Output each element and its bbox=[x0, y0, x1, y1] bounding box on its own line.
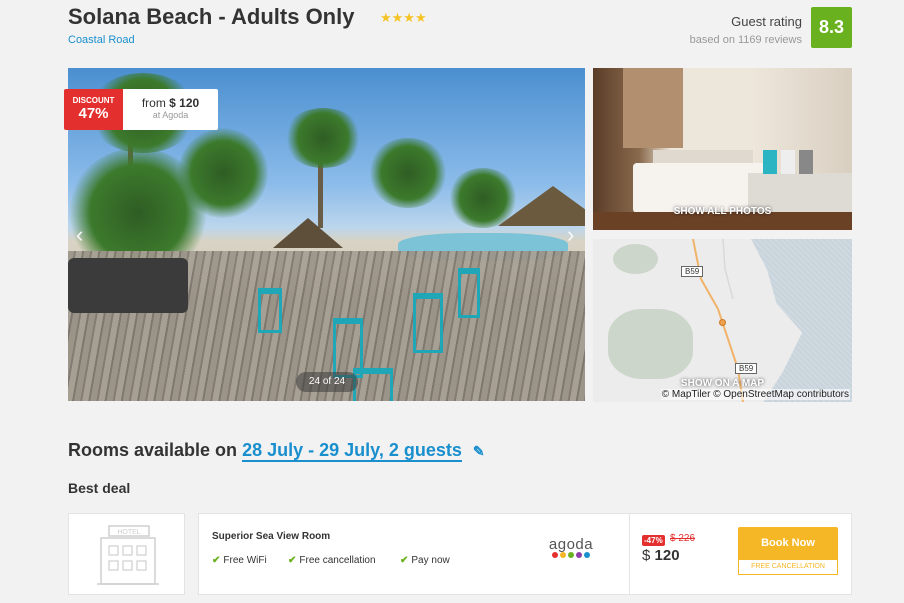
currency-symbol: $ bbox=[642, 547, 651, 564]
hotel-title: Solana Beach - Adults Only bbox=[68, 4, 355, 29]
from-source: at Agoda bbox=[152, 110, 189, 120]
palm-tree bbox=[448, 168, 518, 228]
prev-photo-arrow-icon[interactable]: ‹ bbox=[76, 222, 83, 248]
logo-dot bbox=[552, 552, 558, 558]
location-map[interactable]: B59 B59 SHOW ON A MAP © MapTiler © OpenS… bbox=[593, 239, 852, 402]
bar-stool bbox=[353, 368, 393, 401]
best-deal-heading: Best deal bbox=[68, 480, 131, 496]
discount-badge: DISCOUNT 47% bbox=[64, 89, 123, 130]
palm-tree bbox=[283, 108, 363, 168]
hotel-thumbnail[interactable]: HOTEL bbox=[68, 513, 185, 595]
old-price: $ 226 bbox=[670, 533, 696, 544]
bar-stool bbox=[413, 293, 443, 353]
date-guest-selector[interactable]: 28 July - 29 July, 2 guests bbox=[242, 440, 462, 462]
feature-label: Free cancellation bbox=[299, 555, 376, 566]
rooms-heading-prefix: Rooms available on bbox=[68, 440, 238, 460]
from-price-line: from $ 120 bbox=[123, 96, 218, 110]
bar-stool bbox=[258, 288, 282, 333]
rooms-heading: Rooms available on 28 July - 29 July, 2 … bbox=[68, 440, 485, 462]
from-label: from bbox=[141, 96, 166, 110]
palm-tree bbox=[178, 128, 268, 218]
hotel-placeholder-icon: HOTEL bbox=[97, 525, 159, 585]
bar-stool bbox=[458, 268, 480, 318]
check-icon: ✔ bbox=[400, 555, 409, 566]
pillow bbox=[763, 150, 777, 174]
road-shield: B59 bbox=[735, 363, 758, 374]
deal-discount-badge: -47% bbox=[642, 535, 665, 546]
feature-label: Pay now bbox=[411, 555, 450, 566]
star-rating: ★★★★ bbox=[380, 10, 427, 25]
show-all-photos-link[interactable]: SHOW ALL PHOTOS bbox=[593, 206, 852, 217]
rating-score-badge[interactable]: 8.3 bbox=[811, 7, 852, 48]
logo-dot bbox=[568, 552, 574, 558]
pillow bbox=[799, 150, 813, 174]
pillow bbox=[781, 150, 795, 174]
edit-pencil-icon[interactable]: ✎ bbox=[473, 443, 485, 459]
provider-name: agoda bbox=[548, 536, 594, 553]
address-link[interactable]: Coastal Road bbox=[68, 34, 135, 46]
logo-dot bbox=[576, 552, 582, 558]
map-attribution[interactable]: © MapTiler © OpenStreetMap contributors bbox=[660, 389, 850, 400]
show-on-map-link[interactable]: SHOW ON A MAP bbox=[593, 378, 852, 389]
from-price: $ 120 bbox=[169, 96, 200, 110]
deal-price: $ 120 bbox=[642, 547, 680, 564]
hotel-sign-text: HOTEL bbox=[117, 529, 140, 536]
logo-dot bbox=[560, 552, 566, 558]
check-icon: ✔ bbox=[212, 555, 221, 566]
feature-pay-now: ✔ Pay now bbox=[400, 555, 450, 566]
check-icon: ✔ bbox=[288, 555, 297, 566]
price-value: 120 bbox=[654, 547, 680, 564]
hotel-location-marker bbox=[719, 319, 726, 326]
feature-label: Free WiFi bbox=[223, 555, 267, 566]
room-name[interactable]: Superior Sea View Room bbox=[212, 531, 330, 542]
lounge-sofa bbox=[68, 258, 188, 313]
next-photo-arrow-icon[interactable]: › bbox=[567, 222, 574, 248]
discount-percent: 47% bbox=[78, 105, 109, 122]
book-now-button[interactable]: Book Now bbox=[738, 527, 838, 559]
free-cancellation-tag: FREE CANCELLATION bbox=[738, 559, 838, 575]
divider bbox=[629, 514, 630, 594]
discount-label: DISCOUNT bbox=[72, 96, 115, 105]
review-count: based on 1169 reviews bbox=[689, 34, 802, 46]
road-shield: B59 bbox=[681, 266, 704, 277]
feature-wifi: ✔ Free WiFi bbox=[212, 555, 267, 566]
deal-card[interactable]: Superior Sea View Room ✔ Free WiFi ✔ Free … bbox=[198, 513, 852, 595]
palm-tree bbox=[368, 138, 448, 208]
room-photo[interactable]: SHOW ALL PHOTOS bbox=[593, 68, 852, 230]
wall-panel bbox=[623, 68, 683, 148]
agoda-logo: agoda bbox=[541, 536, 601, 558]
guest-rating-label: Guest rating bbox=[731, 14, 802, 29]
feature-free-cancellation: ✔ Free cancellation bbox=[288, 555, 376, 566]
photo-counter: 24 of 24 bbox=[296, 372, 358, 392]
from-price-box[interactable]: from $ 120 at Agoda bbox=[123, 89, 218, 130]
logo-dot bbox=[584, 552, 590, 558]
hut-roof bbox=[273, 218, 343, 248]
